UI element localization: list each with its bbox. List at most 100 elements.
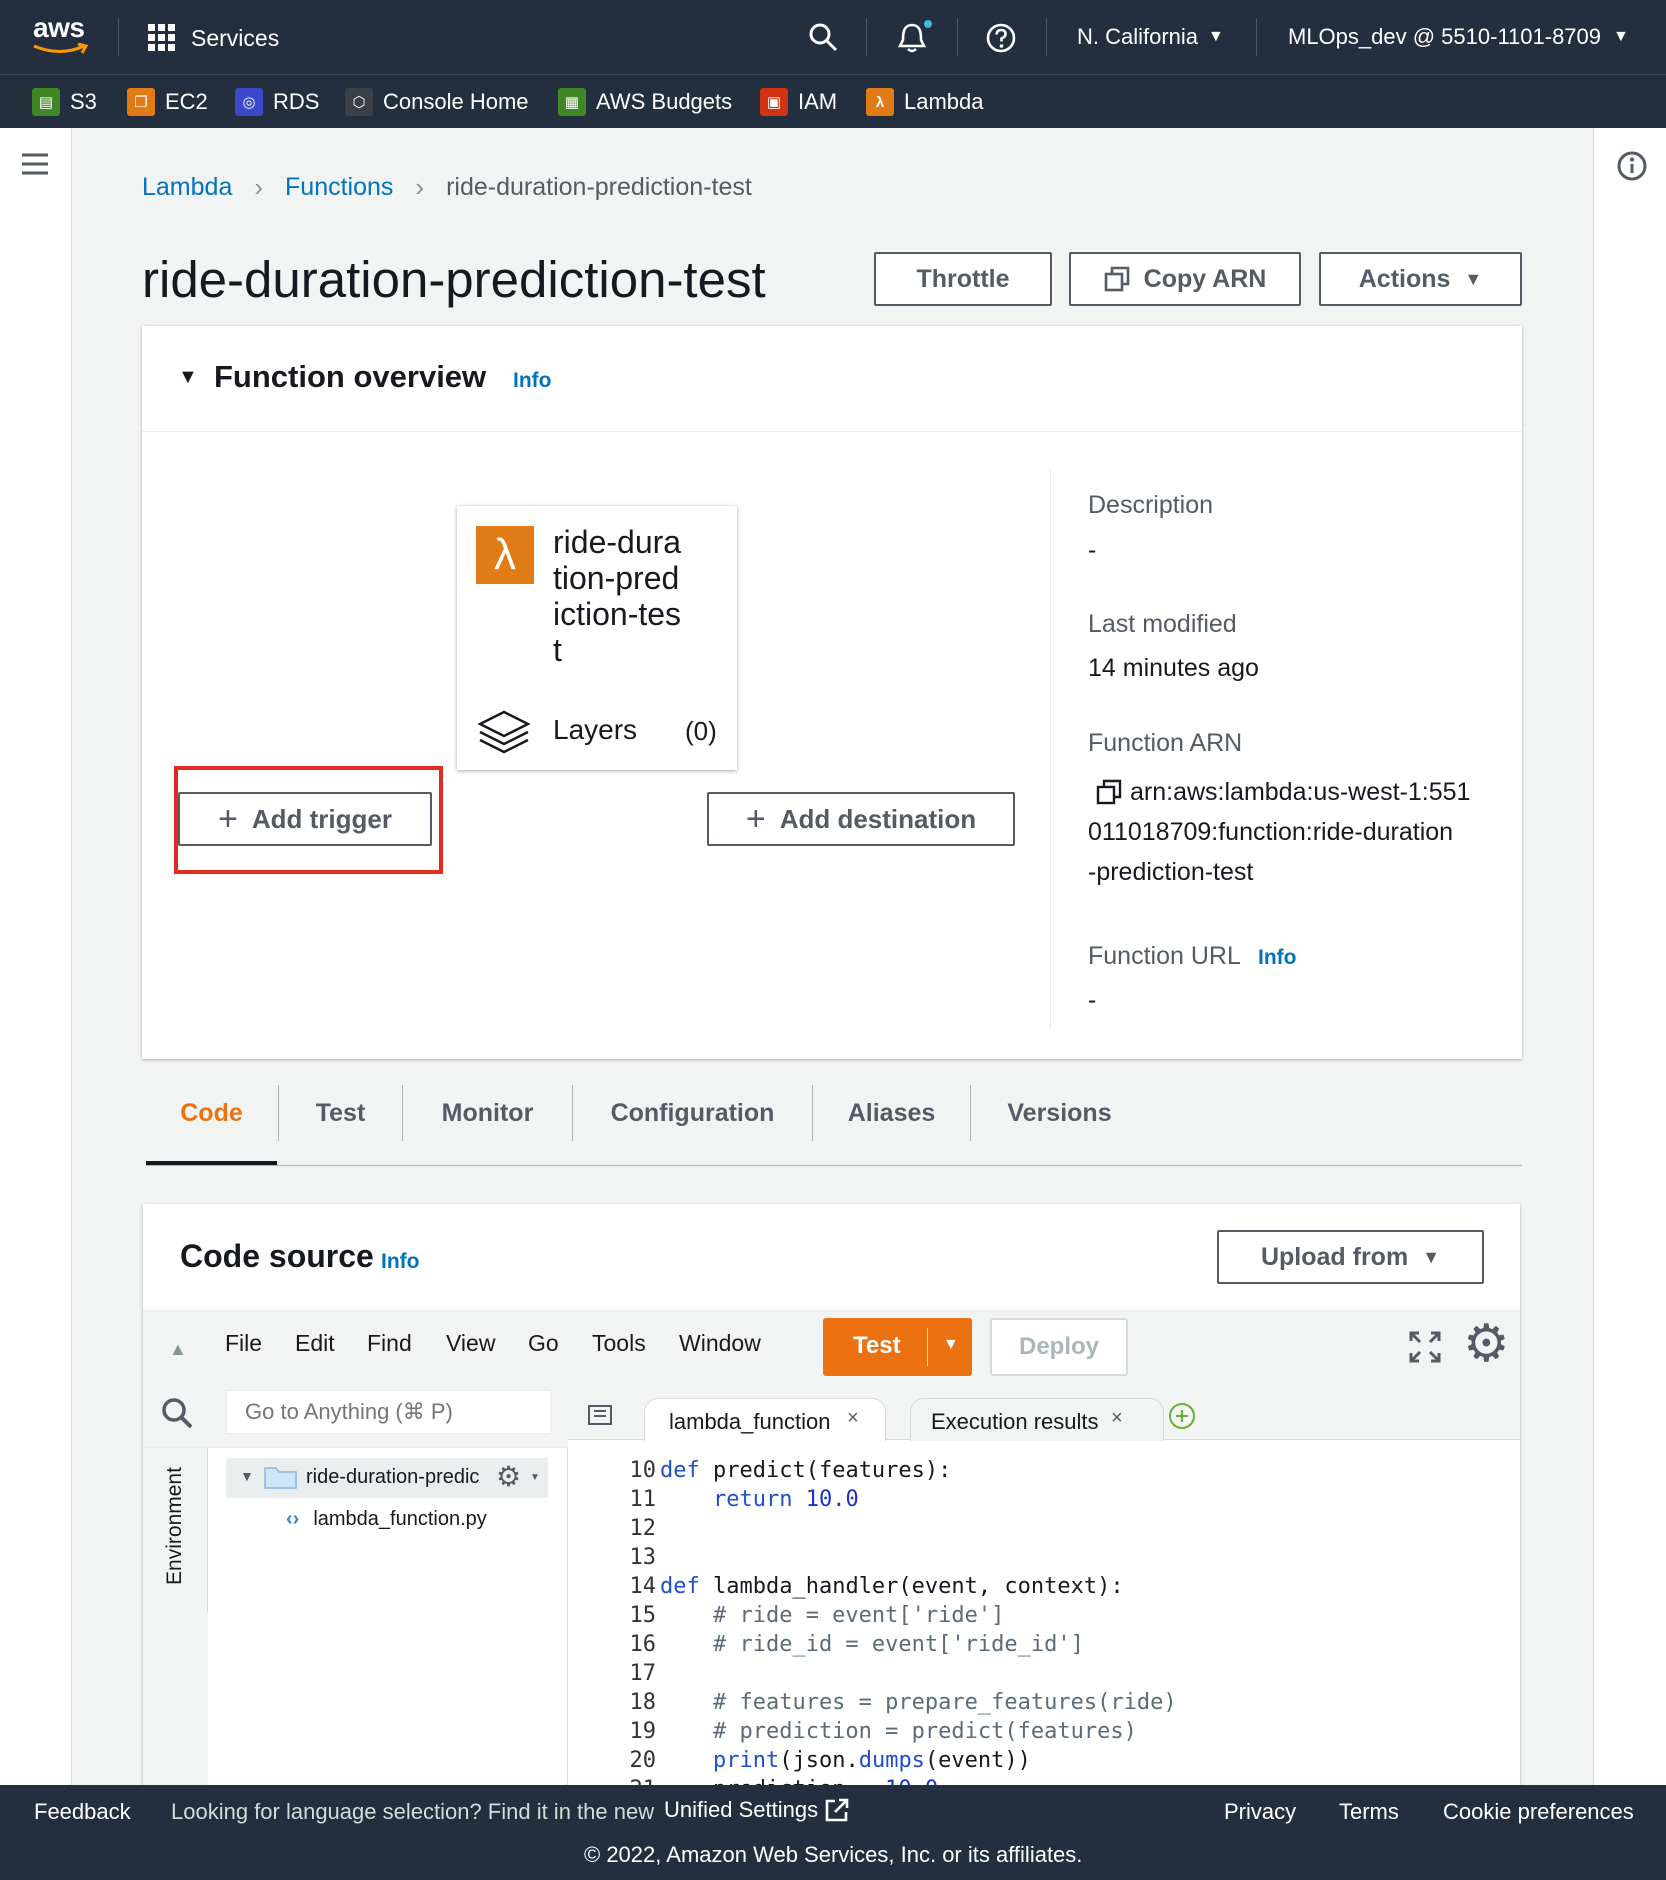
- code-source-title: Code source: [180, 1238, 374, 1274]
- ide-menu-view[interactable]: View: [446, 1330, 495, 1357]
- region-selector[interactable]: N. California ▼: [1077, 24, 1224, 50]
- ide-menu-window[interactable]: Window: [679, 1330, 761, 1357]
- layers-icon: [477, 710, 531, 754]
- description-value: -: [1088, 536, 1097, 564]
- caret-down-icon[interactable]: ▼: [943, 1336, 959, 1354]
- cookie-preferences-link[interactable]: Cookie preferences: [1443, 1799, 1634, 1825]
- search-icon[interactable]: [808, 22, 838, 57]
- tab-test[interactable]: Test: [279, 1085, 402, 1141]
- terms-link[interactable]: Terms: [1339, 1799, 1399, 1825]
- aws-logo[interactable]: aws: [30, 12, 88, 58]
- folder-settings-gear-icon[interactable]: ⚙: [496, 1460, 521, 1493]
- environment-side-tab[interactable]: Environment: [143, 1448, 208, 1612]
- copyright: © 2022, Amazon Web Services, Inc. or its…: [584, 1842, 1083, 1867]
- settings-gear-icon[interactable]: ⚙: [1463, 1318, 1510, 1370]
- privacy-link[interactable]: Privacy: [1224, 1799, 1296, 1825]
- ide-menu-find[interactable]: Find: [367, 1330, 412, 1357]
- favorite-ec2[interactable]: ❐ EC2: [127, 87, 208, 117]
- account-menu[interactable]: MLOps_dev @ 5510-1101-8709 ▼: [1288, 24, 1629, 50]
- plus-icon: +: [745, 800, 766, 838]
- layers-count: (0): [685, 716, 717, 746]
- ide-menu-tools[interactable]: Tools: [592, 1330, 646, 1357]
- breadcrumb: Lambda › Functions › ride-duration-predi…: [142, 170, 752, 204]
- hamburger-menu-icon[interactable]: [20, 152, 50, 178]
- collapse-triangle-icon[interactable]: ▲: [169, 1339, 187, 1360]
- add-tab-icon[interactable]: [1167, 1401, 1197, 1431]
- favorite-s3[interactable]: ▤ S3: [32, 87, 97, 117]
- tab-configuration[interactable]: Configuration: [573, 1085, 812, 1141]
- tab-aliases[interactable]: Aliases: [813, 1085, 970, 1141]
- breadcrumb-functions[interactable]: Functions: [285, 173, 393, 202]
- last-modified-value: 14 minutes ago: [1088, 654, 1259, 682]
- python-file-icon: ‹›: [286, 1507, 300, 1530]
- lambda-icon: λ: [866, 88, 894, 116]
- function-url-info-link[interactable]: Info: [1258, 946, 1296, 970]
- function-url-label: Function URL: [1088, 942, 1241, 970]
- tab-code[interactable]: Code: [146, 1085, 277, 1141]
- function-overview-panel: ▼ Function overview Info λ ride-dura tio…: [142, 326, 1522, 1059]
- grid-icon: [148, 24, 175, 51]
- favorite-console-home[interactable]: ⬡ Console Home: [345, 87, 529, 117]
- ide-menu-file[interactable]: File: [225, 1330, 262, 1357]
- code-line: 18 # features = prepare_features(ride): [629, 1690, 1177, 1715]
- caret-down-icon: ▼: [530, 1472, 540, 1483]
- notifications-bell-icon[interactable]: [896, 20, 934, 59]
- breadcrumb-lambda[interactable]: Lambda: [142, 173, 232, 202]
- upload-from-button[interactable]: Upload from ▼: [1217, 1230, 1484, 1284]
- add-destination-button[interactable]: + Add destination: [707, 792, 1015, 846]
- tab-bar: [146, 1165, 1522, 1166]
- tab-monitor[interactable]: Monitor: [403, 1085, 572, 1141]
- layers-label: Layers: [553, 714, 638, 745]
- code-source-info-link[interactable]: Info: [381, 1250, 419, 1274]
- ide-menu-go[interactable]: Go: [528, 1330, 559, 1357]
- throttle-button[interactable]: Throttle: [874, 252, 1052, 306]
- right-rail: [1593, 128, 1666, 1785]
- file-tree-item[interactable]: ‹› lambda_function.py: [286, 1500, 487, 1538]
- chevron-right-icon: ›: [415, 171, 425, 202]
- caret-down-icon: ▼: [1208, 28, 1224, 45]
- language-notice: Looking for language selection? Find it …: [171, 1799, 655, 1824]
- description-label: Description: [1088, 491, 1214, 519]
- ec2-icon: ❐: [127, 88, 155, 116]
- feedback-link[interactable]: Feedback: [34, 1799, 131, 1825]
- close-icon[interactable]: ×: [1111, 1407, 1123, 1430]
- favorite-iam[interactable]: ▣ IAM: [760, 87, 837, 117]
- code-editor[interactable]: 10 def predict(features): 11 return 10.0…: [568, 1452, 1520, 1785]
- page-title: ride-duration-prediction-test: [142, 251, 766, 308]
- favorite-aws-budgets[interactable]: ▦ AWS Budgets: [558, 87, 732, 117]
- go-to-anything-input[interactable]: [226, 1390, 551, 1434]
- code-line: 16 # ride_id = event['ride_id']: [629, 1632, 1084, 1657]
- ide-menu-edit[interactable]: Edit: [295, 1330, 335, 1357]
- function-arn-value: arn:aws:lambda:us-west-1:551 011018709:f…: [1088, 778, 1471, 886]
- tab-versions[interactable]: Versions: [971, 1085, 1148, 1141]
- overview-info-link[interactable]: Info: [513, 369, 551, 393]
- editor-menu-icon[interactable]: [586, 1403, 614, 1427]
- actions-dropdown-button[interactable]: Actions ▼: [1319, 252, 1522, 306]
- unified-settings-link[interactable]: Unified Settings: [664, 1797, 850, 1823]
- editor-tab-execution-results[interactable]: Execution results ×: [910, 1398, 1164, 1441]
- favorites-bar: ▤ S3 ❐ EC2 ◎ RDS ⬡ Console Home ▦ AWS Bu…: [0, 74, 1666, 128]
- code-line: 21 prediction = 10.0: [568, 1777, 1520, 1785]
- favorite-rds[interactable]: ◎ RDS: [235, 87, 319, 117]
- console-home-icon: ⬡: [345, 88, 373, 116]
- favorite-lambda[interactable]: λ Lambda: [866, 87, 984, 117]
- lambda-function-icon: λ: [476, 526, 534, 584]
- caret-down-icon: ▼: [178, 366, 198, 388]
- help-icon[interactable]: [986, 23, 1016, 58]
- caret-down-icon: ▼: [1464, 268, 1483, 289]
- search-icon[interactable]: [160, 1396, 194, 1430]
- deploy-button[interactable]: Deploy: [990, 1318, 1128, 1376]
- editor-tab-lambda-function[interactable]: lambda_function ×: [644, 1398, 886, 1441]
- folder-tree-item[interactable]: ▼ ride-duration-predic ⚙ ▼: [226, 1458, 548, 1498]
- function-card[interactable]: λ ride-dura tion-pred iction-tes t Layer…: [457, 506, 737, 770]
- copy-arn-button[interactable]: Copy ARN: [1069, 252, 1301, 306]
- rds-icon: ◎: [235, 88, 263, 116]
- fullscreen-icon[interactable]: [1408, 1330, 1442, 1364]
- test-button[interactable]: Test ▼: [823, 1318, 972, 1376]
- services-menu-button[interactable]: Services: [147, 23, 279, 53]
- copy-icon[interactable]: [1096, 779, 1122, 805]
- last-modified-label: Last modified: [1088, 610, 1237, 638]
- close-icon[interactable]: ×: [847, 1407, 859, 1430]
- info-circle-icon[interactable]: [1616, 150, 1648, 182]
- add-trigger-button[interactable]: + Add trigger: [178, 792, 432, 846]
